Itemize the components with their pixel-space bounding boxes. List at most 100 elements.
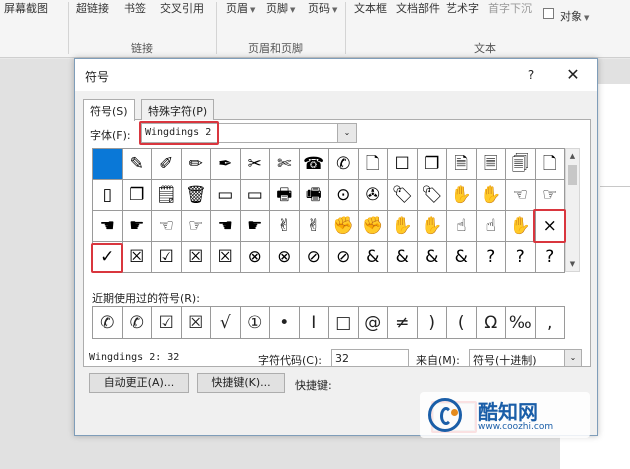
symbol-cell[interactable] (93, 149, 123, 180)
dialog-titlebar[interactable]: 符号 ? ✕ (75, 59, 597, 91)
symbol-grid-scrollbar[interactable]: ▲ ▼ (565, 148, 580, 272)
signature-line-checkbox[interactable] (543, 8, 554, 19)
symbol-cell[interactable]: ✋ (447, 180, 477, 211)
ribbon-screenshot-button[interactable]: 屏幕截图 (4, 0, 48, 16)
symbol-cell[interactable]: ✋ (388, 211, 418, 242)
symbol-cell[interactable]: ☚ (211, 211, 241, 242)
symbol-cell[interactable]: ☎ (299, 149, 329, 180)
symbol-cell[interactable]: ▯ (93, 180, 123, 211)
symbol-cell[interactable]: ▭ (211, 180, 241, 211)
symbol-cell[interactable]: ⊘ (299, 242, 329, 273)
symbol-cell[interactable]: ☝ (447, 211, 477, 242)
symbol-cell[interactable]: ✊ (358, 211, 388, 242)
recent-symbol-cell[interactable]: √ (211, 307, 241, 339)
ribbon-textbox-button[interactable]: 文本框 (354, 0, 387, 16)
ribbon-wordart-button[interactable]: 艺术字 (446, 0, 479, 16)
symbol-cell[interactable]: ? (506, 242, 536, 273)
symbol-cell[interactable]: ☜ (506, 180, 536, 211)
symbol-cell[interactable]: ☞ (535, 180, 565, 211)
symbol-cell[interactable]: 🗐 (506, 149, 536, 180)
recent-symbol-cell[interactable]: ☒ (181, 307, 211, 339)
tab-special-chars[interactable]: 特殊字符(P) (141, 99, 215, 120)
ribbon-pagenum-button[interactable]: 页码 ▼ (308, 0, 337, 16)
ribbon-dropcap-button[interactable]: 首字下沉 (488, 0, 532, 16)
symbol-cell[interactable]: ☞ (181, 211, 211, 242)
recent-symbol-cell[interactable]: ( (447, 307, 477, 339)
symbol-cell[interactable]: ☒ (122, 242, 152, 273)
recent-symbol-cell[interactable]: □ (329, 307, 359, 339)
recent-symbol-cell[interactable]: I (299, 307, 329, 339)
help-button[interactable]: ? (522, 66, 540, 84)
symbol-cell[interactable]: ✐ (152, 149, 182, 180)
chevron-down-icon[interactable]: ⌄ (564, 350, 581, 366)
recent-symbol-cell[interactable]: ) (417, 307, 447, 339)
symbol-cell[interactable]: ✌ (299, 211, 329, 242)
ribbon-object-button[interactable]: 对象 ▼ (560, 8, 589, 24)
symbol-cell[interactable]: ✇ (358, 180, 388, 211)
symbol-cell[interactable]: ☚ (93, 211, 123, 242)
symbol-cell[interactable]: ✋ (476, 180, 506, 211)
symbol-cell[interactable]: ✓ (93, 242, 123, 273)
symbol-cell[interactable]: 🗋 (358, 149, 388, 180)
symbol-cell[interactable]: 🗏 (476, 149, 506, 180)
symbol-cell[interactable]: ✆ (329, 149, 359, 180)
symbol-cell[interactable]: ☜ (152, 211, 182, 242)
ribbon-footer-button[interactable]: 页脚 ▼ (266, 0, 295, 16)
symbol-cell[interactable]: ✊ (329, 211, 359, 242)
symbol-cell[interactable]: ❐ (122, 180, 152, 211)
symbol-cell[interactable]: ⊘ (329, 242, 359, 273)
recent-symbol-cell[interactable]: ‰ (506, 307, 536, 339)
symbol-cell[interactable]: ✄ (270, 149, 300, 180)
symbol-cell[interactable]: × (535, 211, 565, 242)
font-select[interactable]: Wingdings 2 (141, 123, 355, 143)
symbol-cell[interactable]: ✎ (122, 149, 152, 180)
symbol-cell[interactable]: ☛ (122, 211, 152, 242)
scroll-up-icon[interactable]: ▲ (566, 149, 579, 163)
tab-symbols[interactable]: 符号(S) (83, 99, 135, 121)
symbol-cell[interactable]: 🗋 (535, 149, 565, 180)
symbol-cell[interactable]: ⊗ (270, 242, 300, 273)
symbol-cell[interactable]: & (447, 242, 477, 273)
symbol-cell[interactable]: 🏷 (388, 180, 418, 211)
symbol-cell[interactable]: ⊙ (329, 180, 359, 211)
recent-symbol-cell[interactable]: @ (358, 307, 388, 339)
recent-symbol-cell[interactable]: Ω (476, 307, 506, 339)
recent-symbol-cell[interactable]: ✆ (122, 307, 152, 339)
symbol-cell[interactable]: ? (476, 242, 506, 273)
font-select-dropdown[interactable]: ⌄ (337, 123, 357, 143)
symbol-cell[interactable]: ☒ (181, 242, 211, 273)
recent-symbol-cell[interactable]: ☑ (152, 307, 182, 339)
symbol-cell[interactable]: 🗒 (152, 180, 182, 211)
recent-symbol-cell[interactable]: • (270, 307, 300, 339)
ribbon-quickparts-button[interactable]: 文档部件 (396, 0, 440, 16)
symbol-cell[interactable]: 🖷 (299, 180, 329, 211)
ribbon-header-button[interactable]: 页眉 ▼ (226, 0, 255, 16)
ribbon-crossref-button[interactable]: 交叉引用 (160, 0, 204, 16)
recent-symbol-cell[interactable]: ① (240, 307, 270, 339)
autocorrect-button[interactable]: 自动更正(A)... (89, 373, 189, 393)
symbol-cell[interactable]: & (417, 242, 447, 273)
symbol-cell[interactable]: ? (535, 242, 565, 273)
ribbon-bookmark-button[interactable]: 书签 (124, 0, 146, 16)
recent-symbol-cell[interactable]: ✆ (93, 307, 123, 339)
shortcut-key-button[interactable]: 快捷键(K)... (197, 373, 285, 393)
symbol-cell[interactable]: 🖶 (270, 180, 300, 211)
symbol-cell[interactable]: ☐ (388, 149, 418, 180)
symbol-cell[interactable]: ☝ (476, 211, 506, 242)
symbol-cell[interactable]: & (388, 242, 418, 273)
symbol-cell[interactable]: ☛ (240, 211, 270, 242)
symbol-cell[interactable]: 🗎 (447, 149, 477, 180)
symbol-cell[interactable]: ☒ (211, 242, 241, 273)
symbol-cell[interactable]: ☑ (152, 242, 182, 273)
symbol-cell[interactable]: ✋ (506, 211, 536, 242)
char-code-input[interactable]: 32 (331, 349, 409, 367)
symbol-cell[interactable]: ▭ (240, 180, 270, 211)
scroll-down-icon[interactable]: ▼ (566, 257, 579, 271)
symbol-cell[interactable]: ❐ (417, 149, 447, 180)
symbol-cell[interactable]: ✂ (240, 149, 270, 180)
symbol-cell[interactable]: ✋ (417, 211, 447, 242)
symbol-cell[interactable]: ✏ (181, 149, 211, 180)
symbol-cell[interactable]: & (358, 242, 388, 273)
recent-symbol-cell[interactable]: ≠ (388, 307, 418, 339)
symbol-cell[interactable]: 🗑 (181, 180, 211, 211)
